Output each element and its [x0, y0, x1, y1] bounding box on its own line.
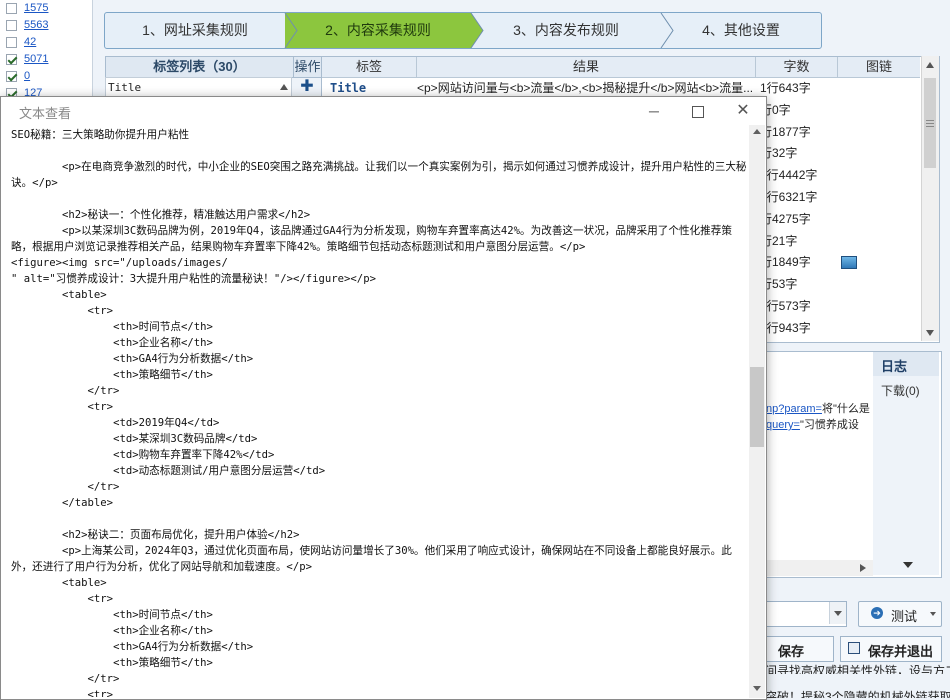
log-link[interactable]: np?param=: [766, 403, 822, 415]
left-list-row[interactable]: 5563: [6, 17, 48, 33]
grid-chars-cell[interactable]: 行21字: [760, 231, 838, 251]
background-text-fragment: 间寻找高权威相关性外链，设与方二: [765, 664, 950, 674]
col-header-tag[interactable]: 标签: [322, 57, 417, 78]
grid-scrollbar[interactable]: [921, 56, 939, 341]
download-tab[interactable]: 下载(0): [881, 382, 920, 399]
play-icon: ➔: [871, 607, 883, 619]
maximize-icon: [692, 106, 704, 119]
row-checkbox[interactable]: [6, 2, 17, 14]
log-hscroll[interactable]: [766, 560, 873, 576]
step-tab-4[interactable]: 4、其他设置: [661, 13, 821, 48]
grid-chars-cell[interactable]: 行53字: [760, 274, 838, 294]
scroll-right-icon[interactable]: [860, 564, 866, 572]
row-link[interactable]: 5563: [24, 19, 48, 31]
row-link[interactable]: 42: [24, 36, 36, 48]
log-tab-header[interactable]: 日志: [873, 352, 939, 376]
maximize-button[interactable]: [683, 99, 713, 123]
log-link[interactable]: query=: [766, 419, 800, 431]
grid-scroll-thumb[interactable]: [924, 78, 936, 168]
row-checkbox[interactable]: [6, 36, 17, 48]
close-button[interactable]: ✕: [728, 99, 758, 123]
grid-chars-cell[interactable]: 6行573字: [760, 296, 838, 316]
row-link[interactable]: 1575: [24, 2, 48, 14]
left-list-row[interactable]: 0: [6, 68, 30, 84]
combo-dropdown-button[interactable]: [829, 602, 846, 624]
window-titlebar[interactable]: 文本查看 ─ ✕: [1, 97, 766, 125]
step-tab-2[interactable]: 2、内容采集规则: [285, 13, 471, 48]
floppy-icon: [848, 642, 860, 654]
grid-chars-cell[interactable]: 1行643字: [760, 78, 838, 98]
step-chevron-icon: [660, 13, 674, 48]
log-tab-body: 下载(0): [873, 376, 939, 575]
scroll-up-icon[interactable]: [926, 62, 934, 68]
save-button-label: 保存: [778, 644, 805, 659]
image-thumbnail-icon[interactable]: [841, 256, 857, 270]
scroll-up-icon[interactable]: [280, 84, 288, 90]
row-checkbox[interactable]: [6, 53, 17, 65]
expand-down-icon[interactable]: [903, 562, 913, 568]
save-exit-button-label: 保存并退出: [868, 644, 934, 659]
tag-list-item-label: Title: [108, 81, 142, 94]
col-header-result[interactable]: 结果: [417, 57, 756, 78]
test-button-label: 测试: [891, 609, 918, 624]
window-scroll-thumb[interactable]: [750, 367, 764, 447]
grid-chars-cell[interactable]: 行1849字: [760, 252, 838, 272]
step-tabs: 1、网址采集规则 2、内容采集规则 3、内容发布规则 4、其他设置: [104, 12, 822, 49]
test-button[interactable]: ➔ 测试: [858, 601, 942, 627]
chevron-down-icon[interactable]: [930, 612, 936, 616]
log-tab-label: 日志: [881, 359, 908, 374]
tag-list-item[interactable]: Title: [105, 77, 292, 97]
col-header-chars[interactable]: 字数: [756, 57, 838, 78]
grip-icon: [926, 120, 934, 121]
grid-chars-cell[interactable]: 行32字: [760, 143, 838, 163]
test-url-combo[interactable]: [765, 601, 847, 627]
grid-tag-cell[interactable]: Title: [330, 78, 410, 98]
log-text: 将"什么是: [821, 403, 870, 415]
log-text: "习惯养成设: [799, 419, 859, 431]
grid-chars-cell[interactable]: 5行6321字: [760, 187, 838, 207]
grid-chars-cell[interactable]: 行0字: [760, 100, 838, 120]
log-line: np?param=将"什么是: [766, 400, 870, 416]
save-exit-button[interactable]: 保存并退出: [840, 636, 942, 662]
close-icon: ✕: [736, 102, 750, 119]
save-button[interactable]: 保存: [765, 636, 834, 662]
chevron-down-icon: [834, 611, 842, 616]
row-checkbox[interactable]: [6, 70, 17, 82]
minimize-icon: ─: [649, 103, 659, 119]
log-line: query="习惯养成设: [766, 416, 859, 432]
row-checkbox[interactable]: [6, 19, 17, 31]
operation-header: 操作: [293, 56, 322, 78]
left-list-row[interactable]: 5071: [6, 51, 48, 67]
step-chevron-icon: [284, 13, 299, 48]
row-link[interactable]: 5071: [24, 53, 48, 65]
grid-chars-cell[interactable]: 行1877字: [760, 122, 838, 142]
grid-result-cell[interactable]: <p>网站访问量与<b>流量</b>,<b>揭秘提升</b>网站<b>流量...: [417, 78, 753, 98]
background-text-fragment: 突破！提秘3个隐藏的机械外链获取: [765, 690, 950, 698]
step-chevron-icon: [461, 13, 484, 48]
scroll-down-icon[interactable]: [753, 686, 761, 691]
window-title: 文本查看: [19, 106, 72, 121]
minimize-button[interactable]: ─: [639, 99, 669, 123]
row-link[interactable]: 0: [24, 70, 30, 82]
text-viewer-window: 文本查看 ─ ✕ SEO秘籍：三大策略助你提升用户粘性 <p>在电商竞争激烈的时…: [0, 96, 767, 700]
step-tab-1[interactable]: 1、网址采集规则: [105, 13, 285, 48]
left-list-row[interactable]: 42: [6, 34, 36, 50]
grid-chars-cell[interactable]: 3行4442字: [760, 165, 838, 185]
tag-list-header: 标签列表（30）: [105, 56, 294, 78]
grid-chars-cell[interactable]: 行4275字: [760, 209, 838, 229]
grid-chars-cell[interactable]: 1行943字: [760, 318, 838, 338]
scroll-down-icon[interactable]: [926, 330, 934, 336]
html-source-text: SEO秘籍：三大策略助你提升用户粘性 <p>在电商竞争激烈的时代，中小企业的SE…: [11, 129, 747, 697]
add-tag-button[interactable]: ✚: [296, 78, 318, 96]
left-list-row[interactable]: 1575: [6, 0, 48, 16]
text-viewer-content[interactable]: SEO秘籍：三大策略助你提升用户粘性 <p>在电商竞争激烈的时代，中小企业的SE…: [11, 127, 749, 697]
step-tab-3[interactable]: 3、内容发布规则: [471, 13, 661, 48]
col-header-images[interactable]: 图链: [838, 57, 920, 78]
scroll-up-icon[interactable]: [753, 129, 761, 134]
